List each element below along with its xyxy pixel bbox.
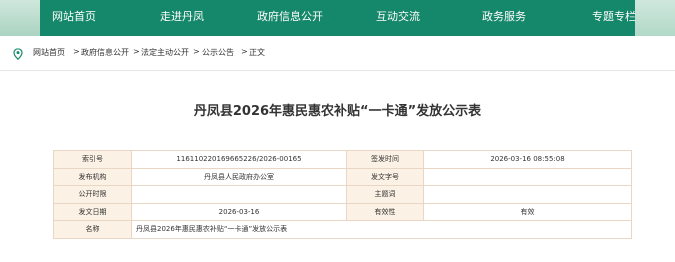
table-row: 名称 丹凤县2026年惠民惠农补贴“一卡通”发放公示表 [53,220,632,239]
nav-item-special-topics[interactable]: 专题专栏 [578,0,650,36]
keywords-value [423,185,632,204]
document-number-value [423,167,632,186]
document-number-label: 发文字号 [346,167,424,186]
breadcrumb-separator: > [241,47,248,56]
nav-item-gov-service[interactable]: 政务服务 [468,0,540,36]
nav-item-interaction[interactable]: 互动交流 [362,0,434,36]
nav-decoration-left [0,0,40,36]
document-metadata-table: 索引号 116110220169665226/2026-00165 签发时间 2… [53,150,632,239]
keywords-label: 主题词 [346,185,424,204]
breadcrumb-divider [0,70,675,71]
publisher-label: 发布机构 [53,167,132,186]
index-number-value: 116110220169665226/2026-00165 [131,150,347,169]
table-row: 公开时限 主题词 [53,185,632,204]
validity-value: 有效 [423,202,632,221]
table-row: 发布机构 丹凤县人民政府办公室 发文字号 [53,167,632,186]
breadcrumb-gov-info[interactable]: 政府信息公开 [81,47,129,58]
name-label: 名称 [53,220,132,239]
issue-date-value: 2026-03-16 [131,202,347,221]
top-nav: 网站首页 走进丹凤 政府信息公开 互动交流 政务服务 专题专栏 [0,0,675,36]
page-title: 丹凤县2026年惠民惠农补贴“一卡通”发放公示表 [193,104,482,119]
breadcrumb-separator: > [133,47,140,56]
nav-item-home[interactable]: 网站首页 [38,0,110,36]
nav-item-gov-info[interactable]: 政府信息公开 [250,0,330,36]
index-number-label: 索引号 [53,150,132,169]
breadcrumb-statutory-disclosure[interactable]: 法定主动公开 [141,47,189,58]
publisher-value: 丹凤县人民政府办公室 [131,167,347,186]
breadcrumb-separator: > [73,47,80,56]
location-pin-icon [13,45,23,64]
breadcrumb-current: 正文 [249,48,265,57]
table-row: 发文日期 2026-03-16 有效性 有效 [53,202,632,221]
breadcrumb-separator: > [193,47,200,56]
issue-date-label: 发文日期 [53,202,132,221]
name-value: 丹凤县2026年惠民惠农补贴“一卡通”发放公示表 [131,220,632,239]
table-row: 索引号 116110220169665226/2026-00165 签发时间 2… [53,150,632,169]
breadcrumb-announcements[interactable]: 公示公告 [202,47,234,58]
disclosure-period-label: 公开时限 [53,185,132,204]
issue-time-value: 2026-03-16 08:55:08 [423,150,632,169]
validity-label: 有效性 [346,202,424,221]
nav-item-about-danfeng[interactable]: 走进丹凤 [146,0,218,36]
breadcrumb-home[interactable]: 网站首页 [33,47,65,58]
disclosure-period-value [131,185,347,204]
issue-time-label: 签发时间 [346,150,424,169]
